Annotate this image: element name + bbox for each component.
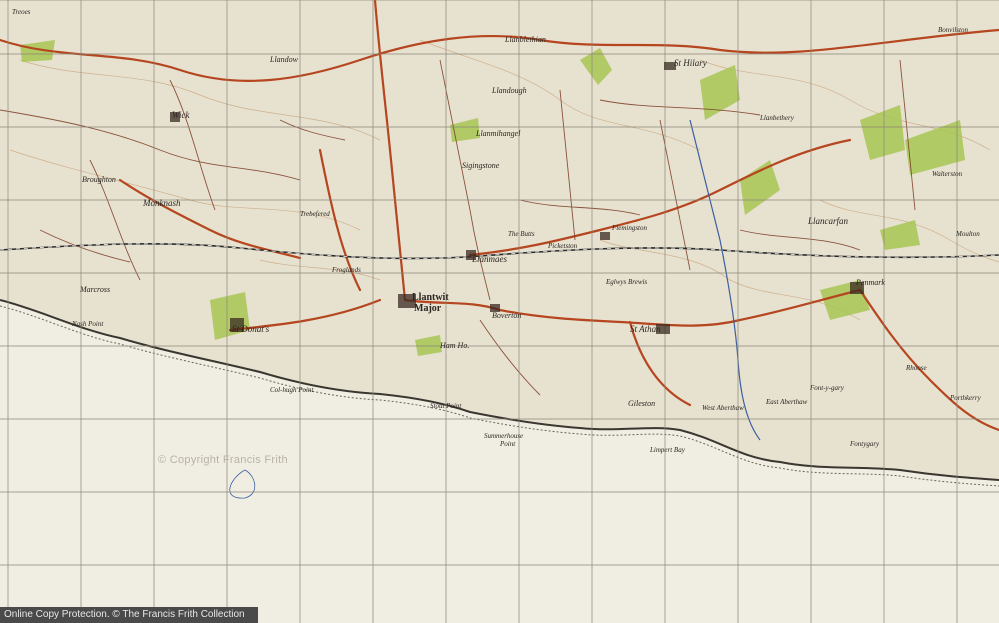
historic-os-map: Llantwit Major Llanmaes Boverton St Dona… <box>0 0 999 623</box>
coast-limpert-bay: Limpert Bay <box>649 446 686 454</box>
place-llanblethian: Llanblethian <box>504 35 546 44</box>
coast-summerhouse-point-2: Point <box>499 440 516 448</box>
place-sigingstone: Sigingstone <box>462 161 500 170</box>
place-st-athan: St Athan <box>630 324 661 334</box>
place-llanmihangel: Llanmihangel <box>475 129 521 138</box>
place-marcross: Marcross <box>79 285 110 294</box>
place-llanbethery: Llanbethery <box>759 114 795 122</box>
place-llantwit-major-2: Major <box>414 303 442 314</box>
place-llanmaes: Llanmaes <box>471 254 508 264</box>
place-broughton: Broughton <box>82 175 116 184</box>
coast-summerhouse-point: Summerhouse <box>484 432 523 440</box>
coast-stout-point: Stout Point <box>430 402 462 410</box>
place-trebefered: Trebefered <box>300 210 330 218</box>
place-flemingston: Flemingston <box>611 224 647 232</box>
place-porthkerry: Porthkerry <box>949 394 982 402</box>
place-monknash: Monknash <box>142 198 181 208</box>
place-treoes: Treoes <box>12 8 31 16</box>
place-walterston: Walterston <box>932 170 963 178</box>
place-font-y-gary: Font-y-gary <box>809 384 845 392</box>
place-llantwit-major: Llantwit <box>412 292 449 303</box>
place-st-hilary: St Hilary <box>674 58 707 68</box>
place-llancarfan: Llancarfan <box>807 216 849 226</box>
place-east-aberthaw: East Aberthaw <box>765 398 808 406</box>
place-the-butts: The Butts <box>508 230 535 238</box>
place-rhoose: Rhoose <box>905 364 927 372</box>
place-penmark: Penmark <box>855 278 885 287</box>
place-st-donats: St Donat's <box>232 324 270 334</box>
place-picketston: Picketston <box>547 242 578 250</box>
place-ham: Ham Ho. <box>439 341 469 350</box>
place-eglwys-brewis: Eglwys Brewis <box>605 278 647 286</box>
place-fontygary: Fontygary <box>849 440 880 448</box>
coast-col-hugh-point: Col-hugh Point <box>270 386 314 394</box>
place-wick: Wick <box>172 110 190 120</box>
place-llandough: Llandough <box>491 86 527 95</box>
place-froglands: Froglands <box>331 266 361 274</box>
place-gileston: Gileston <box>628 399 655 408</box>
place-west-aberthaw: West Aberthaw <box>702 404 744 412</box>
place-bonvilston: Bonvilston <box>938 26 968 34</box>
copyright-watermark: © Copyright Francis Frith <box>158 454 288 466</box>
place-llandow: Llandow <box>269 55 299 64</box>
place-nash-point: Nash Point <box>71 320 104 328</box>
copy-protection-footer: Online Copy Protection. © The Francis Fr… <box>0 607 258 623</box>
place-boverton: Boverton <box>492 311 521 320</box>
place-moulton: Moulton <box>955 230 980 238</box>
